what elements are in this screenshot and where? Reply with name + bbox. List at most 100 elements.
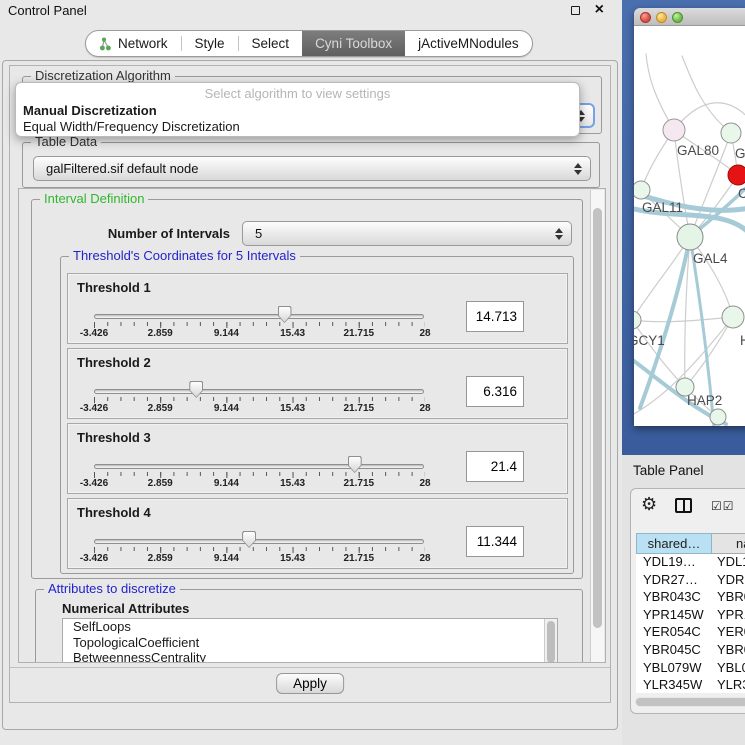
cell-shared-name: YPR145W [636,607,712,625]
combo-stepper-icon [574,162,583,176]
network-edge[interactable] [634,317,733,322]
node-label: GAL80 [677,143,719,158]
threshold-value-field[interactable] [466,526,524,557]
tab-cyni-toolbox[interactable]: Cyni Toolbox [302,31,405,56]
threshold-slider[interactable] [94,539,424,544]
table-row[interactable]: YER054CYER0 [636,624,745,642]
network-node[interactable] [721,123,741,143]
columns-icon[interactable] [675,498,692,513]
column-header-name[interactable]: na [712,533,745,554]
table-panel-title: Table Panel [633,463,704,478]
threshold-slider[interactable] [94,389,424,394]
list-item[interactable]: SelfLoops [63,619,557,635]
interval-group-title: Interval Definition [40,191,148,206]
table-row[interactable]: YBR045CYBR0 [636,642,745,660]
slider-tick-labels: -3.4262.8599.14415.4321.71528 [94,553,425,565]
settings-scrollbar[interactable] [590,190,604,663]
algorithm-option-equal-width[interactable]: Equal Width/Frequency Discretization [23,119,240,134]
tab-jactivemnodules[interactable]: jActiveMNodules [405,31,532,56]
tick-label: -3.426 [80,553,108,564]
network-node[interactable] [634,311,641,329]
threshold-label: Threshold 1 [77,280,151,295]
node-table: shared… na YDL19…YDL1YDR27…YDR2YBR043CYB… [636,533,745,693]
gear-icon[interactable]: ⚙ [641,495,657,513]
discretize-content-panel: Discretization Algorithm Select algorith… [9,65,611,703]
threshold-label: Threshold 4 [77,505,151,520]
tick-label: 15.43 [280,328,305,339]
threshold-value-field[interactable] [466,376,524,407]
network-node[interactable] [677,224,703,250]
slider-thumb[interactable] [278,306,292,323]
table-row[interactable]: YLR345WYLR3 [636,677,745,693]
tick-label: 2.859 [148,403,173,414]
threshold-slider[interactable] [94,464,424,469]
slider-thumb[interactable] [242,531,256,548]
network-edge[interactable] [682,56,731,133]
threshold-value-field[interactable] [466,451,524,482]
table-row[interactable]: YDR27…YDR2 [636,572,745,590]
cell-name: YLR3 [712,677,745,693]
table-panel-box: ⚙ ☑☑ shared… na YDL19…YDL1YDR27…YDR2YBR0… [630,488,745,714]
interval-definition-group: Interval Definition Number of Intervals … [31,199,583,579]
threshold-label: Threshold 2 [77,355,151,370]
thresholds-group-title: Threshold's Coordinates for 5 Intervals [69,248,300,263]
numerical-attributes-label: Numerical Attributes [62,601,189,616]
tick-label: 9.144 [214,403,239,414]
combo-stepper-icon [555,227,564,241]
panel-title: Control Panel [8,3,87,18]
network-window-titlebar[interactable] [634,8,745,26]
tick-label: -3.426 [80,478,108,489]
apply-row: Apply [10,667,610,701]
cell-name: YDL1 [712,554,745,572]
number-of-intervals-combobox[interactable]: 5 [242,221,572,246]
tick-label: 28 [419,478,430,489]
tab-style-label: Style [195,36,225,51]
cell-shared-name: YDR27… [636,572,712,590]
float-window-icon[interactable] [571,6,580,15]
number-of-intervals-label: Number of Intervals [62,226,230,241]
table-data-combobox[interactable]: galFiltered.sif default node [33,156,591,181]
slider-tick-labels: -3.4262.8599.14415.4321.71528 [94,403,425,415]
list-item[interactable]: TopologicalCoefficient [63,635,557,651]
minimize-traffic-light[interactable] [656,12,667,23]
close-traffic-light[interactable] [640,12,651,23]
cell-shared-name: YBR045C [636,642,712,660]
list-scrollbar[interactable] [544,619,557,663]
tab-jactivemnodules-label: jActiveMNodules [418,36,519,51]
table-row[interactable]: YDL19…YDL1 [636,554,745,572]
column-header-shared-name[interactable]: shared… [636,533,712,554]
apply-button[interactable]: Apply [276,673,344,694]
list-item[interactable]: BetweennessCentrality [63,650,557,663]
zoom-traffic-light[interactable] [672,12,683,23]
tab-select[interactable]: Select [239,31,303,56]
network-node[interactable] [663,119,685,141]
algorithm-dropdown-popup: Select algorithm to view settings Manual… [15,82,580,137]
network-node[interactable] [728,165,745,185]
table-hscrollbar[interactable] [635,697,745,707]
network-node[interactable] [634,181,650,199]
select-columns-icon[interactable]: ☑☑ [711,499,735,513]
tick-label: 28 [419,553,430,564]
tick-label: 21.715 [344,553,375,564]
algorithm-option-manual[interactable]: Manual Discretization [23,103,157,118]
threshold-slider[interactable] [94,314,424,319]
table-row[interactable]: YPR145WYPR1 [636,607,745,625]
threshold-panel: Threshold 1 -3.4262.8599.14415.4321.7152… [67,273,568,344]
network-edge[interactable] [646,54,674,130]
tick-label: 9.144 [214,553,239,564]
network-node[interactable] [722,306,744,328]
tab-style[interactable]: Style [182,31,238,56]
algorithm-group-title: Discretization Algorithm [31,68,175,83]
slider-thumb[interactable] [189,381,203,398]
tab-network[interactable]: Network [86,31,181,56]
network-canvas[interactable]: GAL80GACGAL11GAL4GCY1HHAP2 [634,26,745,426]
close-icon[interactable]: × [595,1,604,19]
threshold-value-field[interactable] [466,301,524,332]
cell-name: YDR2 [712,572,745,590]
tick-label: 2.859 [148,553,173,564]
tick-label: 9.144 [214,328,239,339]
network-node[interactable] [710,409,726,425]
table-row[interactable]: YBL079WYBL0 [636,660,745,678]
table-row[interactable]: YBR043CYBR0 [636,589,745,607]
slider-thumb[interactable] [348,456,362,473]
